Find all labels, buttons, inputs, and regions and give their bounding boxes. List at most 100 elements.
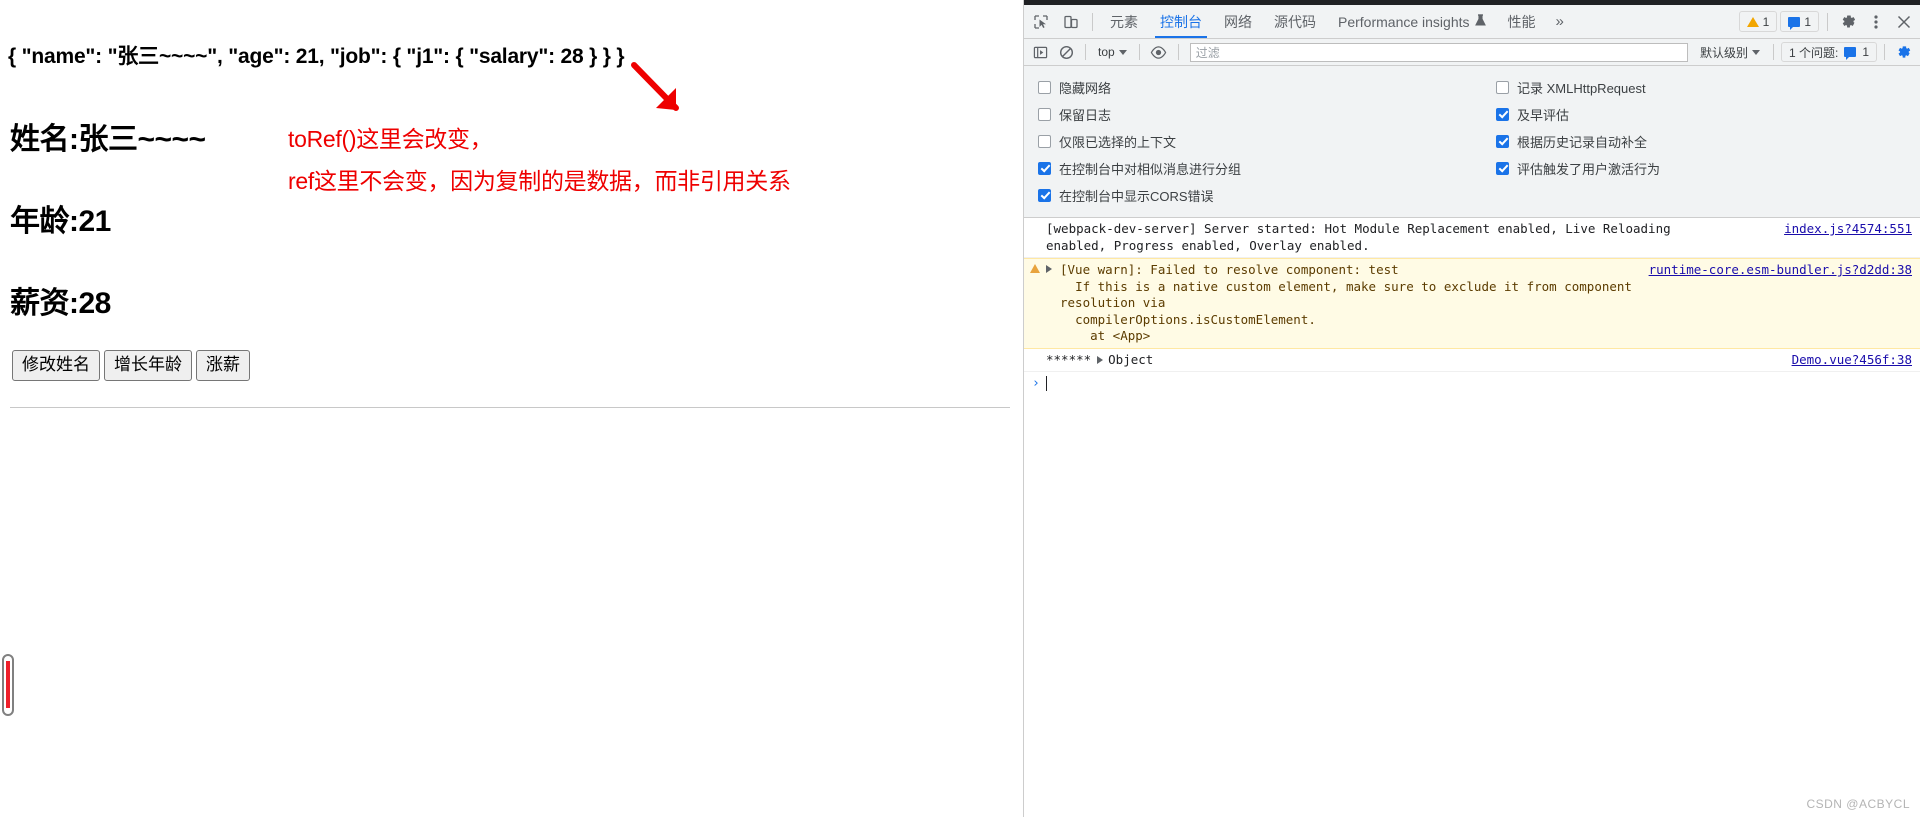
age-field-text: 年龄:21 (10, 205, 111, 238)
more-tabs-icon[interactable]: » (1547, 5, 1573, 38)
console-sidebar-toggle-icon[interactable] (1028, 41, 1052, 63)
screenshot-root: { "name": "张三~~~~", "age": 21, "job": { … (0, 0, 1920, 817)
json-preview-text: { "name": "张三~~~~", "age": 21, "job": { … (8, 45, 625, 68)
console-message-log-source[interactable]: index.js?4574:551 (1784, 221, 1912, 238)
setting-preserve-log[interactable]: 保留日志 (1038, 101, 1472, 128)
prompt-arrow-icon: › (1032, 376, 1040, 391)
console-message-log-text: [webpack-dev-server] Server started: Hot… (1046, 221, 1679, 253)
setting-user-activation[interactable]: 评估触发了用户激活行为 (1496, 155, 1920, 182)
setting-preserve-log-label: 保留日志 (1059, 108, 1112, 123)
flask-icon (1474, 13, 1486, 30)
tab-performance-insights-label: Performance insights (1338, 13, 1470, 30)
console-prompt-row[interactable]: › (1024, 372, 1920, 395)
setting-selected-context-only-label: 仅限已选择的上下文 (1059, 135, 1177, 150)
tab-sources[interactable]: 源代码 (1263, 5, 1327, 38)
tab-performance[interactable]: 性能 (1497, 5, 1547, 38)
browser-page-content: { "name": "张三~~~~", "age": 21, "job": { … (0, 0, 1023, 817)
setting-autocomplete-history[interactable]: 根据历史记录自动补全 (1496, 128, 1920, 155)
execution-context-label: top (1098, 45, 1115, 59)
setting-log-xhr[interactable]: 记录 XMLHttpRequest (1496, 74, 1920, 101)
close-devtools-icon[interactable] (1890, 5, 1918, 38)
chevron-down-icon-level (1751, 49, 1760, 55)
salary-field-text: 薪资:28 (10, 287, 111, 320)
setting-group-similar[interactable]: 在控制台中对相似消息进行分组 (1038, 155, 1472, 182)
console-message-object-body: ****** Object (1046, 352, 1912, 369)
tab-network[interactable]: 网络 (1213, 5, 1263, 38)
warning-triangle-icon (1746, 16, 1759, 27)
tab-elements[interactable]: 元素 (1099, 5, 1149, 38)
setting-hide-network[interactable]: 隐藏网络 (1038, 74, 1472, 101)
checkbox-hide-network[interactable] (1038, 81, 1051, 94)
console-settings-gear-icon[interactable] (1892, 41, 1916, 63)
console-toolbar-separator-2 (1138, 44, 1140, 60)
issues-bubble-icon (1844, 47, 1857, 60)
message-count-badge[interactable]: 1 (1780, 11, 1819, 32)
name-field-text: 姓名:张三~~~~ (10, 123, 206, 156)
log-level-selector[interactable]: 默认级别 (1694, 44, 1766, 61)
raise-salary-button[interactable]: 涨薪 (196, 350, 250, 382)
console-filter-input[interactable]: 过滤 (1189, 42, 1688, 62)
message-bubble-icon (1788, 16, 1801, 30)
tab-network-label: 网络 (1224, 13, 1252, 30)
inspect-element-icon[interactable] (1026, 5, 1056, 38)
console-message-list: [webpack-dev-server] Server started: Hot… (1024, 218, 1920, 395)
tab-console-label: 控制台 (1160, 13, 1202, 30)
prompt-text-caret (1045, 376, 1047, 391)
console-message-object-label: Object (1108, 351, 1154, 367)
clear-console-icon[interactable] (1054, 41, 1078, 63)
device-toolbar-icon[interactable] (1056, 5, 1086, 38)
warning-count-badge[interactable]: 1 (1738, 11, 1778, 32)
tab-console[interactable]: 控制台 (1149, 5, 1213, 38)
devtools-tab-bar: 元素 控制台 网络 源代码 Performance insights 性能 » … (1024, 5, 1920, 39)
console-message-warning-source[interactable]: runtime-core.esm-bundler.js?d2dd:38 (1649, 262, 1912, 279)
checkbox-preserve-log[interactable] (1038, 108, 1051, 121)
setting-log-xhr-label: 记录 XMLHttpRequest (1517, 81, 1646, 96)
more-options-icon[interactable] (1862, 5, 1890, 38)
console-message-object[interactable]: ****** Object Demo.vue?456f:38 (1024, 349, 1920, 372)
console-toolbar: top 过滤 默认级别 1 个问题: 1 (1024, 39, 1920, 66)
checkbox-group-similar[interactable] (1038, 162, 1051, 175)
scroll-position-marker[interactable] (2, 654, 14, 716)
issues-label: 1 个问题: (1788, 45, 1839, 60)
setting-selected-context-only[interactable]: 仅限已选择的上下文 (1038, 128, 1472, 155)
log-level-label: 默认级别 (1699, 45, 1748, 60)
warning-triangle-icon-message (1030, 264, 1040, 273)
expand-arrow-icon[interactable] (1046, 265, 1052, 273)
console-toolbar-separator-3 (1177, 44, 1179, 60)
annotation-line-2: ref这里不会变，因为复制的是数据，而非引用关系 (288, 168, 791, 194)
setting-eager-evaluation[interactable]: 及早评估 (1496, 101, 1920, 128)
devtools-panel: 元素 控制台 网络 源代码 Performance insights 性能 » … (1023, 0, 1920, 817)
checkbox-show-cors-errors[interactable] (1038, 189, 1051, 202)
settings-gear-icon[interactable] (1834, 5, 1862, 38)
annotation-arrow-icon (631, 62, 679, 111)
console-settings-column-right: 记录 XMLHttpRequest 及早评估 根据历史记录自动补全 评估触发了用… (1472, 74, 1920, 209)
console-message-object-source[interactable]: Demo.vue?456f:38 (1792, 352, 1912, 369)
console-settings-panel: 隐藏网络 保留日志 仅限已选择的上下文 在控制台中对相似消息进行分组 在控制台中… (1024, 66, 1920, 218)
console-message-object-prefix: ****** (1046, 351, 1092, 367)
console-toolbar-separator-1 (1085, 44, 1086, 60)
watermark-text: CSDN @ACBYCL (1806, 797, 1910, 811)
checkbox-autocomplete-history[interactable] (1496, 135, 1509, 148)
chevron-down-icon (1118, 49, 1127, 55)
warning-count-label: 1 (1762, 14, 1770, 29)
object-expand-arrow-icon[interactable] (1097, 355, 1104, 364)
tabbar-spacer (1573, 5, 1739, 38)
live-expression-eye-icon[interactable] (1147, 41, 1171, 63)
checkbox-selected-context-only[interactable] (1038, 135, 1051, 148)
annotation-line-1: toRef()这里会改变， (288, 126, 493, 152)
tab-performance-insights[interactable]: Performance insights (1327, 5, 1497, 38)
setting-show-cors-errors[interactable]: 在控制台中显示CORS错误 (1038, 182, 1472, 209)
execution-context-selector[interactable]: top (1093, 42, 1132, 62)
scroll-marker-fill (6, 661, 10, 708)
change-name-button[interactable]: 修改姓名 (12, 350, 100, 382)
tabbar-separator (1092, 12, 1093, 31)
tab-performance-label: 性能 (1507, 13, 1536, 30)
increase-age-button[interactable]: 增长年龄 (104, 350, 192, 382)
checkbox-eager-evaluation[interactable] (1496, 108, 1509, 121)
issues-button[interactable]: 1 个问题: 1 (1780, 42, 1877, 62)
checkbox-user-activation[interactable] (1496, 162, 1509, 175)
console-message-log[interactable]: [webpack-dev-server] Server started: Hot… (1024, 218, 1920, 258)
tab-elements-label: 元素 (1110, 13, 1138, 30)
checkbox-log-xhr[interactable] (1496, 81, 1509, 94)
console-message-warning[interactable]: [Vue warn]: Failed to resolve component:… (1024, 258, 1920, 349)
